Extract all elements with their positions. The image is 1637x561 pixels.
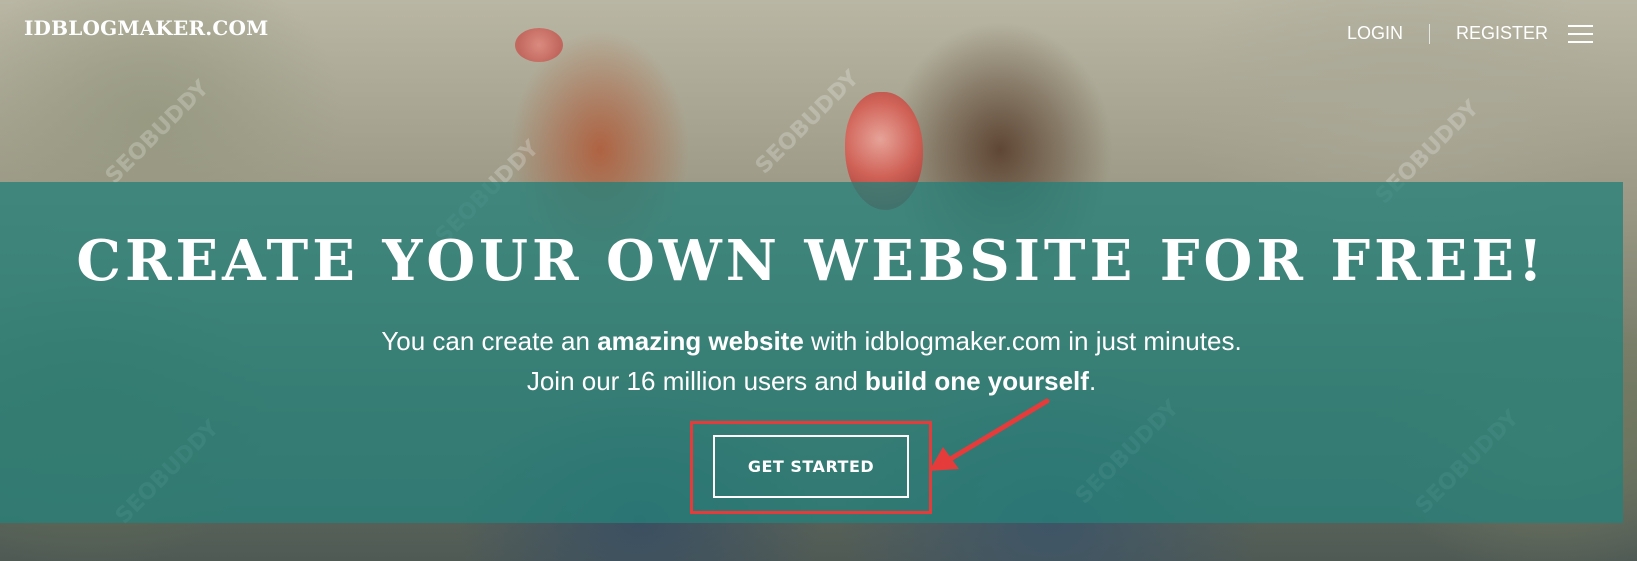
hero-title: CREATE YOUR OWN WEBSITE FOR FREE! xyxy=(76,228,1547,294)
hamburger-menu-icon[interactable] xyxy=(1568,24,1593,44)
red-arrow-icon xyxy=(929,398,1050,471)
register-link[interactable]: REGISTER xyxy=(1456,23,1548,44)
hero-subtitle-line-2: Join our 16 million users and build one … xyxy=(526,366,1097,396)
rose-flower-small xyxy=(515,28,563,62)
hero-subtitle-line-1: You can create an amazing website with i… xyxy=(381,326,1242,356)
get-started-button[interactable]: GET STARTED xyxy=(713,435,909,498)
site-logo[interactable]: IDBLOGMAKER.COM xyxy=(24,16,269,40)
nav-divider xyxy=(1428,23,1430,44)
top-nav: LOGIN REGISTER xyxy=(1347,23,1593,44)
login-link[interactable]: LOGIN xyxy=(1347,23,1403,44)
